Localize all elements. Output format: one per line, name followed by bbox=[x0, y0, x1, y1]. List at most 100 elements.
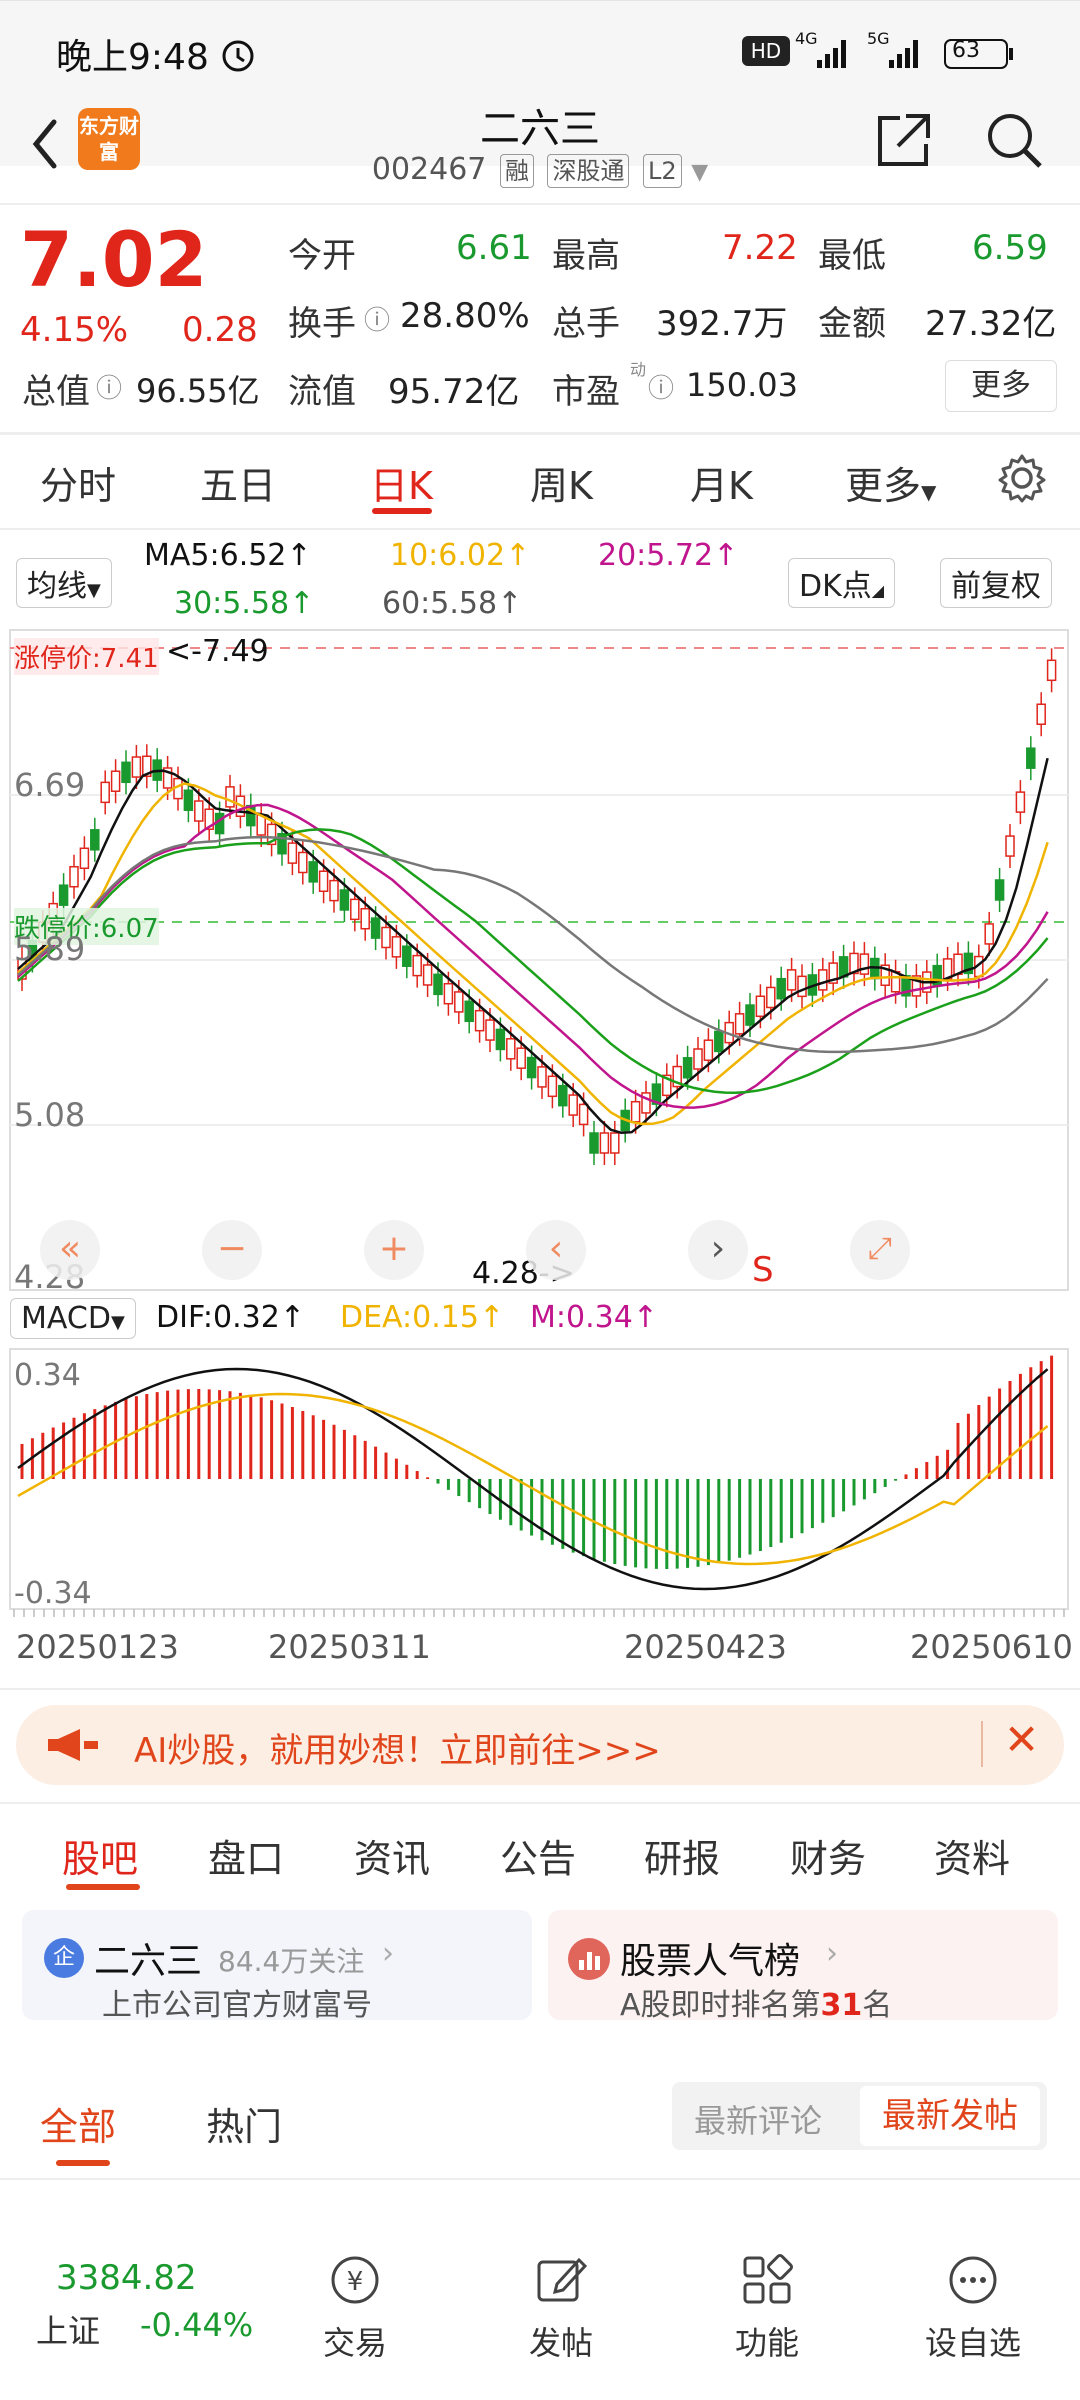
tab-five-day[interactable]: 五日 bbox=[200, 455, 276, 510]
scroll-left-fast-button[interactable]: « bbox=[40, 1220, 100, 1280]
company-account-card[interactable]: 企 二六三 84.4万关注 › 上市公司官方财富号 bbox=[22, 1910, 532, 2023]
candle-body bbox=[402, 945, 412, 967]
y-label-2: 5.89 bbox=[14, 930, 86, 968]
ma-selector[interactable]: 均线▼ bbox=[16, 558, 112, 608]
tag-connect: 深股通 bbox=[547, 154, 630, 188]
float-value: 95.72亿 bbox=[388, 372, 520, 412]
ma60-value: 60:5.58↑ bbox=[382, 586, 523, 621]
tab-weekly-k[interactable]: 周K bbox=[530, 455, 593, 510]
candle-body bbox=[589, 1132, 599, 1154]
info-icon[interactable]: ⓘ bbox=[96, 368, 122, 405]
alarm-icon bbox=[222, 40, 254, 72]
svg-text:5G: 5G bbox=[867, 30, 890, 48]
kline-chart[interactable] bbox=[0, 620, 1080, 1300]
fullscreen-icon[interactable]: ⤢ bbox=[850, 1220, 910, 1280]
amount-value: 27.32亿 bbox=[925, 304, 1057, 344]
change-amount: 0.28 bbox=[182, 310, 258, 350]
popularity-rank-card[interactable]: 股票人气榜 › A股即时排名第31名 bbox=[548, 1910, 1058, 2023]
tab-announcements[interactable]: 公告 bbox=[500, 1828, 576, 1883]
scroll-left-button[interactable]: ‹ bbox=[526, 1220, 586, 1280]
index-name: 上证 bbox=[36, 2312, 101, 2350]
candle-body bbox=[318, 870, 329, 892]
dif-value: DIF:0.32↑ bbox=[156, 1300, 305, 1335]
candle-body bbox=[69, 865, 79, 888]
y-label-3: 5.08 bbox=[14, 1096, 86, 1134]
tab-forum[interactable]: 股吧 bbox=[62, 1828, 138, 1883]
candle-body bbox=[693, 1048, 703, 1070]
followers-count: 84.4万关注 bbox=[218, 1945, 365, 1978]
open-value: 6.61 bbox=[456, 228, 532, 268]
info-icon[interactable]: ⓘ bbox=[648, 368, 674, 405]
ma10-text: 10:6.02 bbox=[390, 538, 506, 573]
candle-body bbox=[1005, 835, 1015, 857]
posts-tab-hot[interactable]: 热门 bbox=[206, 2096, 282, 2151]
sort-latest-comment[interactable]: 最新评论 bbox=[694, 2096, 822, 2142]
tab-daily-k[interactable]: 日K bbox=[370, 455, 433, 510]
candle-body bbox=[703, 1039, 714, 1061]
y-label-1: 6.69 bbox=[14, 766, 86, 804]
change-percent: 4.15% bbox=[20, 310, 129, 350]
tab-finance[interactable]: 财务 bbox=[790, 1828, 866, 1883]
candle-body bbox=[381, 926, 391, 949]
candle-body bbox=[474, 1009, 485, 1032]
candle-body bbox=[610, 1132, 620, 1154]
candle-body bbox=[682, 1057, 693, 1079]
share-icon[interactable] bbox=[872, 108, 936, 172]
company-account-sub: 上市公司官方财富号 bbox=[102, 1988, 372, 2023]
candle-body bbox=[422, 964, 433, 986]
candle-body bbox=[558, 1084, 568, 1107]
dk-point-button[interactable]: DK点◢ bbox=[788, 558, 896, 608]
tab-more[interactable]: 更多▼ bbox=[845, 455, 936, 510]
more-dots-icon bbox=[949, 2256, 997, 2304]
dea-text: DEA:0.15 bbox=[340, 1300, 479, 1335]
sort-latest-post[interactable]: 最新发帖 bbox=[860, 2086, 1040, 2146]
tab-news[interactable]: 资讯 bbox=[354, 1828, 430, 1883]
nav-post[interactable]: 发帖 bbox=[486, 2250, 636, 2364]
adjust-select[interactable]: 前复权 bbox=[940, 558, 1052, 608]
nav-add-watchlist[interactable]: 设自选 bbox=[898, 2250, 1048, 2364]
tab-profile[interactable]: 资料 bbox=[934, 1828, 1010, 1883]
grid-functions-icon bbox=[743, 2254, 793, 2304]
nav-functions[interactable]: 功能 bbox=[692, 2250, 842, 2364]
candle-body bbox=[630, 1100, 641, 1123]
candle-body bbox=[433, 973, 443, 996]
more-quote-button[interactable]: 更多 bbox=[945, 360, 1057, 412]
active-tab-indicator bbox=[372, 508, 432, 514]
nav-trade[interactable]: ¥ 交易 bbox=[280, 2250, 430, 2364]
megaphone-icon bbox=[48, 1729, 98, 1761]
ai-promo-banner[interactable]: AI炒股，就用妙想！立即前往>>> ✕ bbox=[16, 1705, 1064, 1785]
candle-body bbox=[495, 1028, 506, 1051]
macd-bottom-label: -0.34 bbox=[14, 1576, 92, 1611]
rank-sub: A股即时排名第31名 bbox=[620, 1980, 892, 2024]
tab-monthly-k[interactable]: 月K bbox=[690, 455, 753, 510]
dif-text: DIF:0.32 bbox=[156, 1300, 280, 1335]
tab-order-book[interactable]: 盘口 bbox=[208, 1828, 284, 1883]
index-change: -0.44% bbox=[140, 2306, 254, 2344]
search-icon[interactable] bbox=[982, 108, 1046, 172]
candle-body bbox=[131, 756, 142, 778]
macd-chart[interactable] bbox=[0, 1345, 1080, 1645]
tab-research[interactable]: 研报 bbox=[644, 1828, 720, 1883]
zoom-out-button[interactable]: − bbox=[202, 1220, 262, 1280]
settings-gear-icon[interactable] bbox=[996, 452, 1048, 504]
float-label: 流值 bbox=[288, 372, 356, 412]
candle-body bbox=[350, 898, 360, 921]
ma60-text: 60:5.58 bbox=[382, 586, 498, 621]
candle-body bbox=[516, 1047, 526, 1069]
svg-text:4G: 4G bbox=[795, 30, 818, 48]
nav-add-watchlist-label: 设自选 bbox=[924, 2324, 1021, 2362]
tab-intraday[interactable]: 分时 bbox=[40, 455, 116, 510]
macd-top-label: 0.34 bbox=[14, 1358, 81, 1393]
zoom-in-button[interactable]: + bbox=[364, 1220, 424, 1280]
macd-selector[interactable]: MACD▼ bbox=[10, 1298, 136, 1339]
mcap-value: 96.55亿 bbox=[136, 372, 260, 410]
scroll-right-button[interactable]: › bbox=[688, 1220, 748, 1280]
date-label-1: 20250123 bbox=[16, 1628, 179, 1666]
candle-body bbox=[599, 1132, 610, 1154]
info-icon[interactable]: ⓘ bbox=[364, 300, 390, 337]
close-icon[interactable]: ✕ bbox=[1004, 1715, 1039, 1764]
ma5-text: MA5:6.52 bbox=[144, 538, 287, 573]
volume-label: 总手 bbox=[552, 304, 620, 344]
posts-tab-all[interactable]: 全部 bbox=[40, 2096, 116, 2151]
limit-up-label: 涨停价:7.41 bbox=[14, 638, 159, 675]
